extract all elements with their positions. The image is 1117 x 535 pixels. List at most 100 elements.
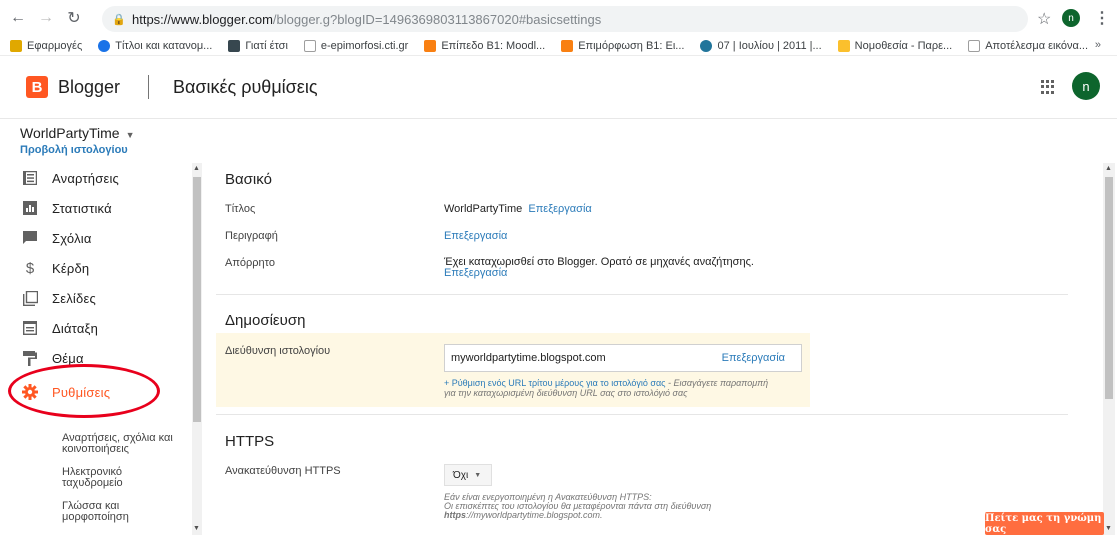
bookmark-label: Επίπεδο Β1: Moodl... xyxy=(441,39,546,52)
https-redirect-value: Όχι xyxy=(453,469,469,481)
description-value-row: Επεξεργασία xyxy=(444,230,507,242)
bookmark-item[interactable]: Γιατί έτσι xyxy=(228,39,288,52)
bookmark-item[interactable]: e-epimorfosi.cti.gr xyxy=(303,39,409,52)
bookmarks-overflow-icon[interactable]: » xyxy=(1095,39,1101,51)
bookmark-item[interactable]: Επίπεδο Β1: Moodl... xyxy=(424,39,546,52)
privacy-label: Απόρρητο xyxy=(225,257,275,269)
site-icon xyxy=(98,39,111,52)
reload-icon[interactable]: ↻ xyxy=(62,6,86,30)
sidebar-item-label: Αναρτήσεις xyxy=(52,170,119,186)
https-redirect-select[interactable]: Όχι ▼ xyxy=(444,464,492,486)
third-party-url-note: + Ρύθμιση ενός URL τρίτου μέρους για το … xyxy=(444,378,768,398)
sidebar-scrollbar[interactable]: ▲ ▼ xyxy=(192,163,202,535)
chevron-down-icon: ▼ xyxy=(125,130,135,140)
brand-name[interactable]: Blogger xyxy=(58,77,120,98)
privacy-value-row: Έχει καταχωρισθεί στο Blogger. Ορατό σε … xyxy=(444,257,754,279)
sidebar-item-comments[interactable]: Σχόλια xyxy=(0,223,190,253)
url-host: https://www.blogger.com xyxy=(132,11,273,27)
sidebar-item-label: Σελίδες xyxy=(52,290,96,306)
browser-profile-avatar[interactable]: n xyxy=(1062,9,1080,27)
scroll-down-icon[interactable]: ▼ xyxy=(193,525,200,532)
sidebar-item-layout[interactable]: Διάταξη xyxy=(0,313,190,343)
third-party-url-link[interactable]: + Ρύθμιση ενός URL τρίτου μέρους για το … xyxy=(444,378,666,388)
sidebar-subitem-posts-comments-sharing[interactable]: Αναρτήσεις, σχόλια και κοινοποιήσεις xyxy=(62,433,182,455)
blogger-logo-icon[interactable]: B xyxy=(26,76,48,98)
section-title-publishing: Δημοσίευση xyxy=(225,312,306,329)
address-bar[interactable]: 🔒 https://www.blogger.com/blogger.g?blog… xyxy=(102,6,1028,32)
section-divider xyxy=(216,294,1068,295)
scroll-down-icon[interactable]: ▼ xyxy=(1105,525,1112,532)
url-path: /blogger.g?blogID=1496369803113867020#ba… xyxy=(272,11,602,27)
bookmark-label: Νομοθεσία - Παρε... xyxy=(854,39,953,52)
edit-description-link[interactable]: Επεξεργασία xyxy=(444,230,507,242)
bookmark-label: e-epimorfosi.cti.gr xyxy=(320,39,409,52)
bookmark-item[interactable]: 07 | Ιουλίου | 2011 |... xyxy=(700,39,822,52)
bookmark-item[interactable]: Εφαρμογές xyxy=(10,39,83,52)
https-note-3: ://myworldpartytime.blogspot.com. xyxy=(466,510,603,520)
moodle-icon xyxy=(561,39,574,52)
bookmark-star-icon[interactable]: ☆ xyxy=(1037,9,1051,29)
bookmark-label: Τίτλοι και κατανομ... xyxy=(115,39,213,52)
bookmark-label: Αποτέλεσμα εικόνα... xyxy=(985,39,1089,52)
wordpress-icon xyxy=(700,39,713,52)
avatar[interactable]: n xyxy=(1072,72,1100,100)
blog-title-value: WorldPartyTime xyxy=(444,203,523,215)
sidebar-item-label: Θέμα xyxy=(52,350,84,366)
bookmark-item[interactable]: Τίτλοι και κατανομ... xyxy=(98,39,213,52)
bookmark-label: Επιμόρφωση Β1: Ει... xyxy=(578,39,685,52)
sidebar-item-label: Κέρδη xyxy=(52,260,90,276)
stats-icon xyxy=(22,200,38,216)
https-note-bold: https xyxy=(444,510,466,520)
feedback-button[interactable]: Πείτε μας τη γνώμη σας xyxy=(985,512,1104,535)
site-icon xyxy=(837,39,850,52)
edit-address-link[interactable]: Επεξεργασία xyxy=(722,352,785,364)
sidebar-item-label: Ρυθμίσεις xyxy=(52,384,111,400)
https-note: Εάν είναι ενεργοποιημένη η Ανακατεύθυνση… xyxy=(444,493,711,520)
google-apps-icon[interactable] xyxy=(1041,80,1055,94)
third-party-note-2: για την καταχωρισμένη διεύθυνση URL σας … xyxy=(444,388,688,398)
browser-menu-icon[interactable]: ⋮ xyxy=(1094,8,1110,28)
sidebar-item-stats[interactable]: Στατιστικά xyxy=(0,193,190,223)
forward-icon[interactable]: → xyxy=(34,6,58,30)
browser-toolbar: ← → ↻ 🔒 https://www.blogger.com/blogger.… xyxy=(0,0,1117,36)
scroll-up-icon[interactable]: ▲ xyxy=(193,165,200,172)
main-scroll-thumb[interactable] xyxy=(1105,177,1113,399)
moodle-icon xyxy=(424,39,437,52)
blog-address-field[interactable]: myworldpartytime.blogspot.com Επεξεργασί… xyxy=(444,344,802,372)
blog-name: WorldPartyTime xyxy=(20,125,120,141)
lock-icon: 🔒 xyxy=(112,14,126,26)
page-title: Βασικές ρυθμίσεις xyxy=(173,77,318,97)
https-redirect-label: Ανακατεύθυνση HTTPS xyxy=(225,465,341,477)
main-scrollbar[interactable]: ▲ ▼ xyxy=(1103,163,1115,535)
edit-privacy-link[interactable]: Επεξεργασία xyxy=(444,267,507,279)
view-blog-link[interactable]: Προβολή ιστολογίου xyxy=(20,144,128,156)
blog-address-value: myworldpartytime.blogspot.com xyxy=(451,352,606,364)
bookmark-label: Εφαρμογές xyxy=(27,39,83,52)
sidebar-item-pages[interactable]: Σελίδες xyxy=(0,283,190,313)
sidebar-item-theme[interactable]: Θέμα xyxy=(0,343,190,373)
third-party-note-1: - Εισαγάγετε παραπομπή xyxy=(665,378,769,388)
bookmark-item[interactable]: Νομοθεσία - Παρε... xyxy=(837,39,953,52)
theme-icon xyxy=(22,350,38,366)
app-header: B Blogger Βασικές ρυθμίσεις n xyxy=(0,57,1117,119)
blog-selector[interactable]: WorldPartyTime ▼ xyxy=(20,125,135,141)
sidebar-subitem-email[interactable]: Ηλεκτρονικό ταχυδρομείο xyxy=(62,467,182,489)
back-icon[interactable]: ← xyxy=(6,6,30,30)
sidebar-item-earnings[interactable]: $ Κέρδη xyxy=(0,253,190,283)
scroll-up-icon[interactable]: ▲ xyxy=(1105,165,1112,172)
bookmark-label: Γιατί έτσι xyxy=(245,39,288,52)
sidebar-item-settings[interactable]: Ρυθμίσεις xyxy=(0,377,190,407)
sidebar-scroll-thumb[interactable] xyxy=(193,177,201,422)
sidebar-item-label: Στατιστικά xyxy=(52,200,112,216)
bookmark-item[interactable]: Επιμόρφωση Β1: Ει... xyxy=(561,39,685,52)
edit-title-link[interactable]: Επεξεργασία xyxy=(528,203,591,215)
sidebar-item-posts[interactable]: Αναρτήσεις xyxy=(0,163,190,193)
apps-icon xyxy=(10,39,22,52)
chevron-down-icon: ▼ xyxy=(474,471,482,479)
bookmark-label: 07 | Ιουλίου | 2011 |... xyxy=(717,39,822,52)
layout-icon xyxy=(22,320,38,336)
sidebar: Αναρτήσεις Στατιστικά Σχόλια $ Κέρδη Σελ… xyxy=(0,163,190,535)
bookmarks-bar: Εφαρμογές Τίτλοι και κατανομ... Γιατί έτ… xyxy=(0,36,1117,56)
bookmark-item[interactable]: Αποτέλεσμα εικόνα... xyxy=(968,39,1089,52)
sidebar-subitem-language-formatting[interactable]: Γλώσσα και μορφοποίηση xyxy=(62,501,182,523)
